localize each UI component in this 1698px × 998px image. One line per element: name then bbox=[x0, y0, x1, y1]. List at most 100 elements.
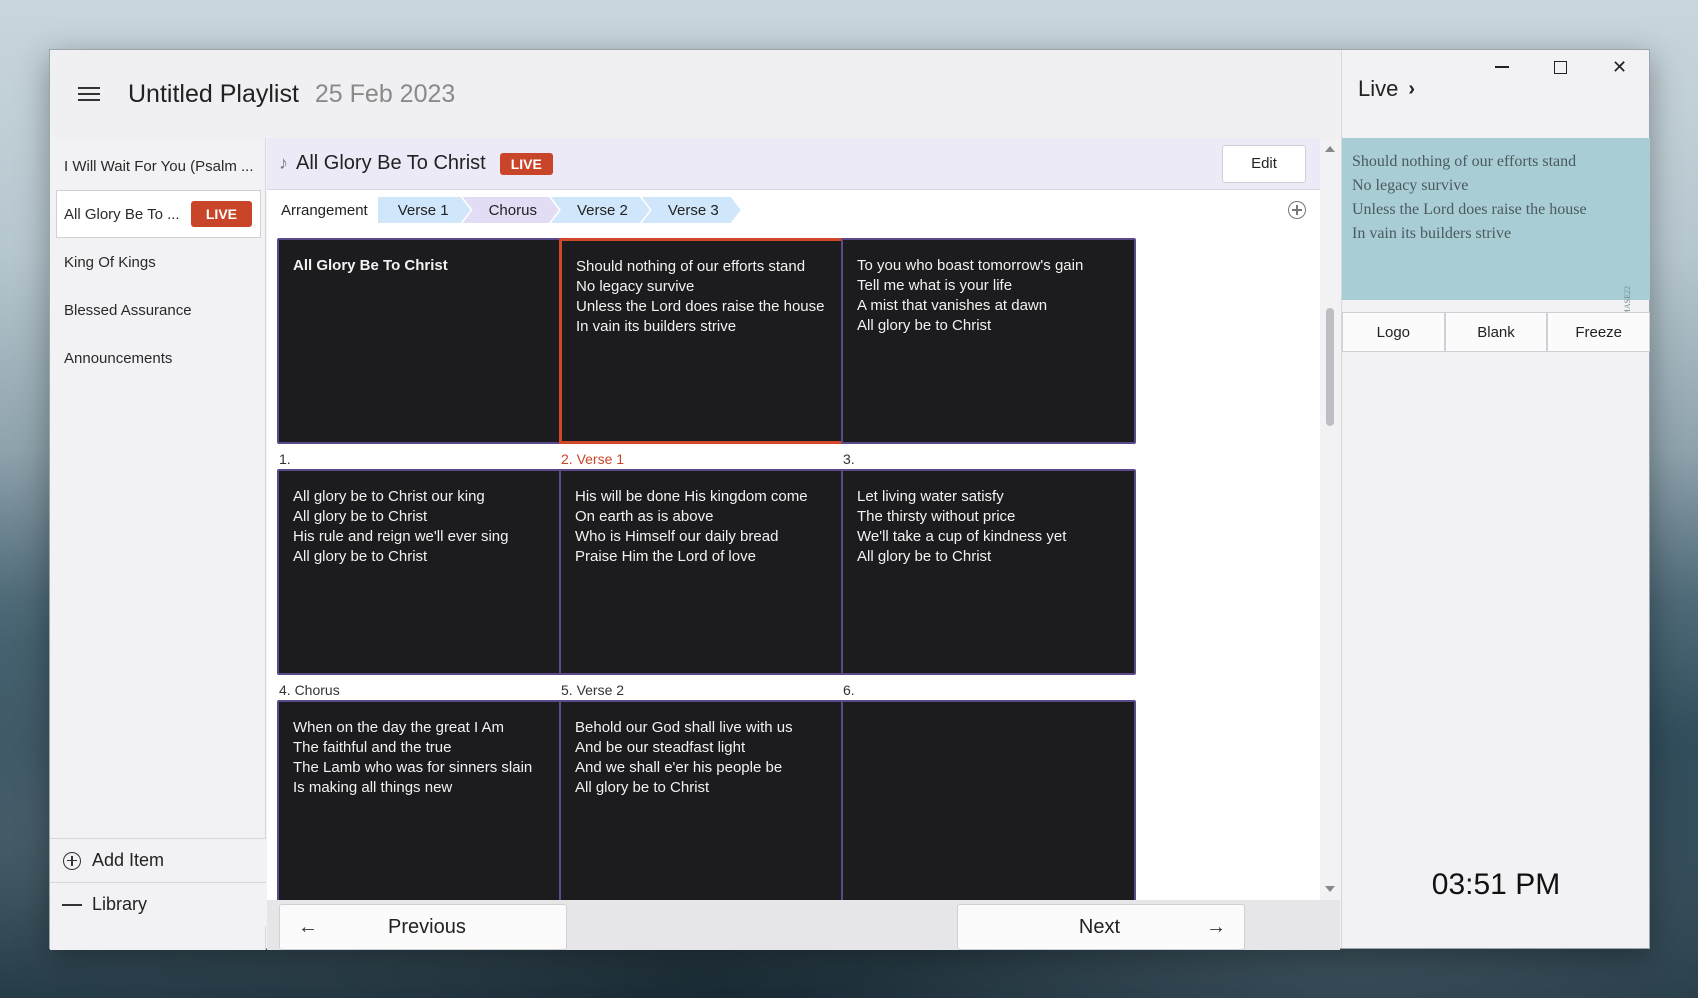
library-label: Library bbox=[92, 894, 148, 914]
sidebar-item-label: All Glory Be To ... bbox=[64, 205, 180, 223]
sidebar-item-i-will-wait[interactable]: I Will Wait For You (Psalm ... bbox=[50, 142, 265, 190]
slide-card[interactable]: To you who boast tomorrow's gain Tell me … bbox=[841, 238, 1136, 444]
song-title: All Glory Be To Christ bbox=[296, 152, 486, 174]
slide-card[interactable]: Should nothing of our efforts stand No le… bbox=[559, 238, 854, 444]
library-button[interactable]: Library bbox=[50, 882, 266, 926]
scroll-thumb[interactable] bbox=[1326, 308, 1334, 426]
scroll-down-icon[interactable] bbox=[1325, 886, 1335, 892]
slide-card[interactable]: Let living water satisfy The thirsty with… bbox=[841, 469, 1136, 675]
slide-line: Unless the Lord does raise the house bbox=[576, 298, 825, 315]
slide-card[interactable] bbox=[841, 700, 1136, 900]
slide-card[interactable]: All glory be to Christ our king All glory… bbox=[277, 469, 572, 675]
slide-line: All glory be to Christ bbox=[293, 548, 428, 565]
window-controls: ✕ bbox=[1472, 50, 1649, 84]
scrollbar[interactable] bbox=[1320, 138, 1340, 900]
slide-line: The Lamb who was for sinners slain bbox=[293, 759, 533, 776]
live-header-button[interactable]: Live › bbox=[1358, 76, 1415, 102]
arrangement-part[interactable]: Chorus bbox=[463, 197, 559, 223]
arrow-right-icon: → bbox=[1206, 915, 1226, 938]
close-button[interactable]: ✕ bbox=[1590, 50, 1649, 84]
slide-caption: 1. bbox=[279, 451, 291, 467]
list-icon bbox=[62, 895, 83, 915]
slide-line: A mist that vanishes at dawn bbox=[857, 297, 1048, 314]
add-circle-icon bbox=[62, 851, 82, 871]
previous-label: Previous bbox=[388, 915, 466, 938]
blank-button[interactable]: Blank bbox=[1444, 312, 1548, 352]
arrangement-bar: Arrangement Verse 1 Chorus Verse 2 Verse 3 bbox=[267, 190, 1320, 230]
slide-card[interactable]: Behold our God shall live with us And be … bbox=[559, 700, 854, 900]
slide-line: Is making all things new bbox=[293, 779, 453, 796]
scroll-up-icon[interactable] bbox=[1325, 146, 1335, 152]
sidebar-item-blessed-assurance[interactable]: Blessed Assurance bbox=[50, 286, 265, 334]
menu-icon[interactable] bbox=[78, 83, 100, 105]
add-item-label: Add Item bbox=[92, 850, 165, 870]
slide-line: All glory be to Christ bbox=[575, 779, 710, 796]
app-window: Untitled Playlist 25 Feb 2023 I Will Wai… bbox=[49, 49, 1651, 950]
slide-card[interactable]: His will be done His kingdom come On eart… bbox=[559, 469, 854, 675]
slide-line: Who is Himself our daily bread bbox=[575, 528, 779, 545]
next-label: Next bbox=[1078, 915, 1120, 938]
add-item-button[interactable]: Add Item bbox=[50, 838, 266, 882]
slide-line: To you who boast tomorrow's gain bbox=[857, 257, 1084, 274]
preview-line: Unless the Lord does raise the house bbox=[1352, 201, 1587, 218]
slide-line: We'll take a cup of kindness yet bbox=[857, 528, 1067, 545]
slide-line: No legacy survive bbox=[576, 278, 695, 295]
playlist-title: Untitled Playlist bbox=[128, 79, 299, 108]
logo-button[interactable]: Logo bbox=[1342, 312, 1445, 352]
slide-line: When on the day the great I Am bbox=[293, 719, 504, 736]
song-header: ♪ All Glory Be To Christ LIVE Edit bbox=[267, 138, 1320, 190]
sidebar-item-all-glory[interactable]: All Glory Be To ... LIVE bbox=[56, 190, 261, 238]
slide-line: His will be done His kingdom come bbox=[575, 488, 808, 505]
live-title: Live bbox=[1358, 76, 1399, 101]
slide-caption: 3. bbox=[843, 451, 855, 467]
slide-line: And we shall e'er his people be bbox=[575, 759, 783, 776]
add-arrangement-icon[interactable] bbox=[1288, 201, 1306, 219]
slide-line: In vain its builders strive bbox=[576, 318, 737, 335]
slide-line: His rule and reign we'll ever sing bbox=[293, 528, 509, 545]
slide-caption: 5. Verse 2 bbox=[561, 682, 625, 698]
slide-caption: 2. Verse 1 bbox=[561, 451, 625, 467]
slide-line: Let living water satisfy bbox=[857, 488, 1004, 505]
live-panel: ✕ Live › Should nothing of our efforts s… bbox=[1341, 50, 1651, 948]
clock: 03:51 PM bbox=[1431, 868, 1561, 901]
sidebar-item-announcements[interactable]: Announcements bbox=[50, 334, 265, 382]
arrow-left-icon: ← bbox=[298, 915, 318, 938]
arrangement-part[interactable]: Verse 3 bbox=[642, 197, 741, 223]
minimize-button[interactable] bbox=[1472, 50, 1531, 84]
sidebar-item-label: Blessed Assurance bbox=[64, 301, 192, 319]
playlist-sidebar: I Will Wait For You (Psalm ... All Glory… bbox=[50, 138, 266, 950]
close-icon: ✕ bbox=[1611, 56, 1628, 77]
maximize-icon bbox=[1554, 60, 1567, 74]
sidebar-item-label: I Will Wait For You (Psalm ... bbox=[64, 157, 254, 175]
live-preview: Should nothing of our efforts stand No l… bbox=[1342, 138, 1650, 336]
slide-line: Praise Him the Lord of love bbox=[575, 548, 756, 565]
slide-line: All glory be to Christ bbox=[857, 548, 992, 565]
previous-button[interactable]: ← Previous bbox=[279, 904, 567, 950]
arrangement-part[interactable]: Verse 2 bbox=[551, 197, 650, 223]
slide-card[interactable]: All Glory Be To Christ bbox=[277, 238, 572, 444]
music-note-icon: ♪ bbox=[279, 153, 288, 173]
chevron-right-icon: › bbox=[1408, 77, 1416, 100]
slide-line: The faithful and the true bbox=[293, 739, 452, 756]
slide-line: All Glory Be To Christ bbox=[293, 257, 448, 274]
live-badge: LIVE bbox=[499, 152, 553, 175]
slide-caption: 4. Chorus bbox=[279, 682, 340, 698]
slide-line: Should nothing of our efforts stand bbox=[576, 258, 806, 275]
sidebar-item-label: Announcements bbox=[64, 349, 173, 367]
navigation-bar: ← Previous Next → bbox=[267, 900, 1340, 950]
arrangement-part[interactable]: Verse 1 bbox=[378, 197, 471, 223]
slide-card[interactable]: When on the day the great I Am The faithf… bbox=[277, 700, 572, 900]
next-button[interactable]: Next → bbox=[957, 904, 1245, 950]
slide-line: All glory be to Christ bbox=[293, 508, 428, 525]
edit-button[interactable]: Edit bbox=[1222, 144, 1306, 183]
main-panel: ♪ All Glory Be To Christ LIVE Edit Arran… bbox=[267, 138, 1340, 950]
preview-line: No legacy survive bbox=[1352, 177, 1469, 194]
freeze-button[interactable]: Freeze bbox=[1547, 312, 1651, 352]
slides-grid: All Glory Be To Christ 1. Should nothing o… bbox=[267, 230, 1320, 900]
maximize-button[interactable] bbox=[1531, 50, 1590, 84]
header: Untitled Playlist 25 Feb 2023 bbox=[50, 50, 1340, 138]
sidebar-item-king-of-kings[interactable]: King Of Kings bbox=[50, 238, 265, 286]
slide-line: Tell me what is your life bbox=[857, 277, 1013, 294]
slide-line: The thirsty without price bbox=[857, 508, 1016, 525]
slide-line: All glory be to Christ bbox=[857, 317, 992, 334]
